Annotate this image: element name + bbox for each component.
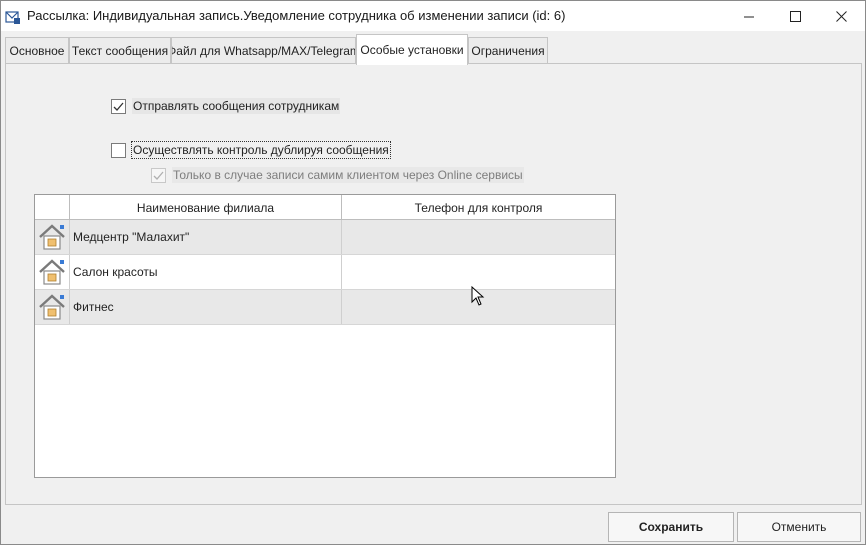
- online-only-label: Только в случае записи самим клиентом че…: [172, 167, 524, 183]
- tab-restrictions[interactable]: Ограничения: [468, 37, 548, 64]
- control-phone-cell[interactable]: [342, 255, 615, 289]
- close-icon: [835, 10, 847, 22]
- close-button[interactable]: [818, 1, 864, 31]
- table-row[interactable]: Фитнес: [35, 290, 615, 325]
- mail-window-icon: [5, 9, 21, 25]
- minimize-button[interactable]: [726, 1, 772, 31]
- control-phone-cell[interactable]: [342, 220, 615, 254]
- maximize-button[interactable]: [772, 1, 818, 31]
- duplicate-control-option[interactable]: Осуществлять контроль дублируя сообщения: [111, 141, 391, 159]
- checkmark-icon: [113, 102, 124, 111]
- tab-messenger-file[interactable]: Файл для Whatsapp/MAX/Telegram: [171, 37, 356, 64]
- branch-house-icon: [35, 220, 70, 254]
- grid-header: Наименование филиала Телефон для контрол…: [35, 195, 615, 220]
- maximize-icon: [789, 10, 801, 22]
- column-header-control-phone[interactable]: Телефон для контроля: [342, 195, 615, 220]
- branch-name-cell[interactable]: Фитнес: [70, 290, 342, 324]
- duplicate-control-checkbox[interactable]: [111, 142, 126, 158]
- online-only-checkbox: [151, 167, 166, 183]
- column-header-branch-name[interactable]: Наименование филиала: [70, 195, 342, 220]
- branches-grid: Наименование филиала Телефон для контрол…: [34, 194, 616, 478]
- minimize-icon: [743, 16, 754, 17]
- settings-panel: Отправлять сообщения сотрудникам Осущест…: [5, 64, 862, 505]
- save-button[interactable]: Сохранить: [608, 512, 734, 542]
- branch-name-cell[interactable]: Салон красоты: [70, 255, 342, 289]
- checkmark-icon: [153, 171, 164, 180]
- column-header-icon[interactable]: [35, 195, 70, 220]
- table-row[interactable]: Салон красоты: [35, 255, 615, 290]
- tab-special-settings[interactable]: Особые установки: [356, 34, 468, 65]
- send-to-employees-checkbox[interactable]: [111, 98, 126, 114]
- online-only-option: Только в случае записи самим клиентом че…: [151, 167, 524, 183]
- title-bar: Рассылка: Индивидуальная запись.Уведомле…: [1, 1, 865, 31]
- dialog-window: Рассылка: Индивидуальная запись.Уведомле…: [0, 0, 866, 545]
- tab-message-text[interactable]: Текст сообщения: [69, 37, 171, 64]
- tab-main[interactable]: Основное: [5, 37, 69, 64]
- cancel-button[interactable]: Отменить: [737, 512, 861, 542]
- tab-strip: Основное Текст сообщения Файл для Whatsa…: [1, 31, 865, 65]
- send-to-employees-option[interactable]: Отправлять сообщения сотрудникам: [111, 98, 341, 114]
- window-title: Рассылка: Индивидуальная запись.Уведомле…: [27, 8, 566, 23]
- duplicate-control-label: Осуществлять контроль дублируя сообщения: [131, 141, 391, 159]
- branch-house-icon: [35, 290, 70, 324]
- mouse-cursor-icon: [471, 286, 485, 306]
- send-to-employees-label: Отправлять сообщения сотрудникам: [132, 98, 341, 114]
- branch-house-icon: [35, 255, 70, 289]
- table-row[interactable]: Медцентр "Малахит": [35, 220, 615, 255]
- branch-name-cell[interactable]: Медцентр "Малахит": [70, 220, 342, 254]
